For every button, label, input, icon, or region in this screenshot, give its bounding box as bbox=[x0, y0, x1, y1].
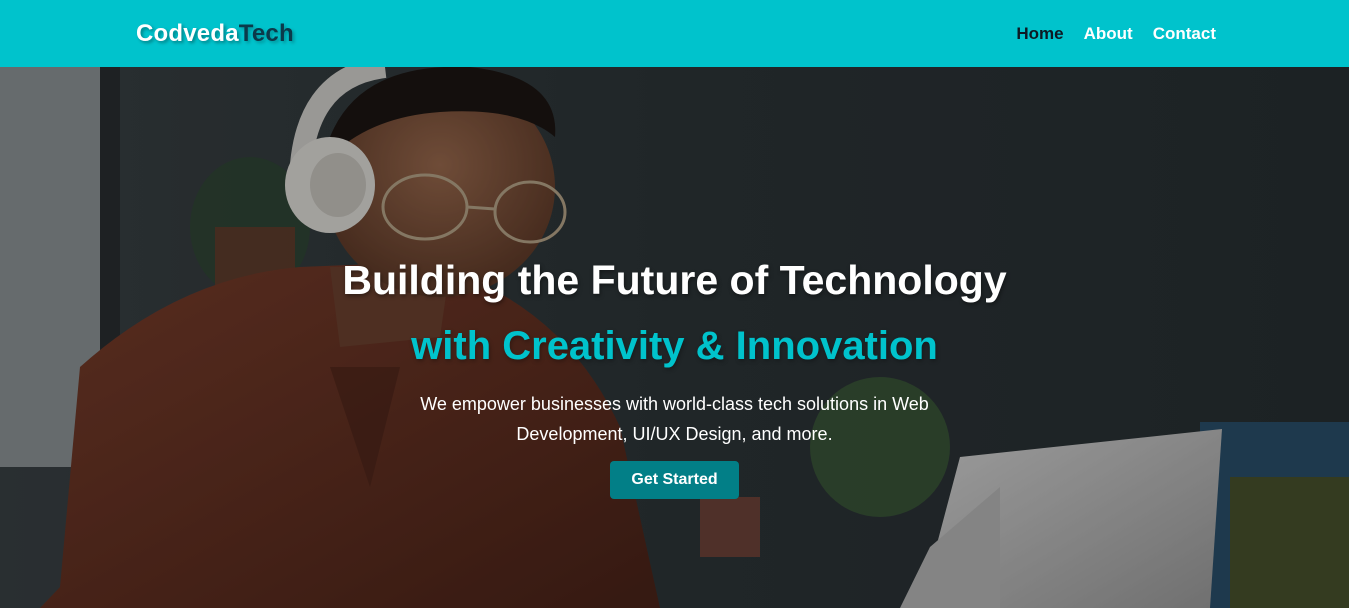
hero-description: We empower businesses with world-class t… bbox=[420, 394, 929, 444]
logo-secondary: Tech bbox=[238, 19, 294, 47]
hero-content: Building the Future of Technology with C… bbox=[0, 67, 1349, 608]
logo[interactable]: CodvedaTech bbox=[136, 20, 294, 48]
get-started-button[interactable]: Get Started bbox=[610, 461, 739, 499]
hero-subtitle: with Creativity & Innovation bbox=[411, 324, 938, 368]
navbar: CodvedaTech Home About Contact bbox=[0, 0, 1349, 67]
nav-about-link[interactable]: About bbox=[1084, 24, 1133, 44]
hero-section: Building the Future of Technology with C… bbox=[0, 67, 1349, 608]
nav-contact-link[interactable]: Contact bbox=[1153, 24, 1216, 44]
hero-title: Building the Future of Technology bbox=[342, 257, 1007, 303]
logo-primary: Codveda bbox=[136, 19, 239, 47]
nav-home-link[interactable]: Home bbox=[1016, 24, 1063, 44]
nav-links: Home About Contact bbox=[1016, 24, 1216, 44]
